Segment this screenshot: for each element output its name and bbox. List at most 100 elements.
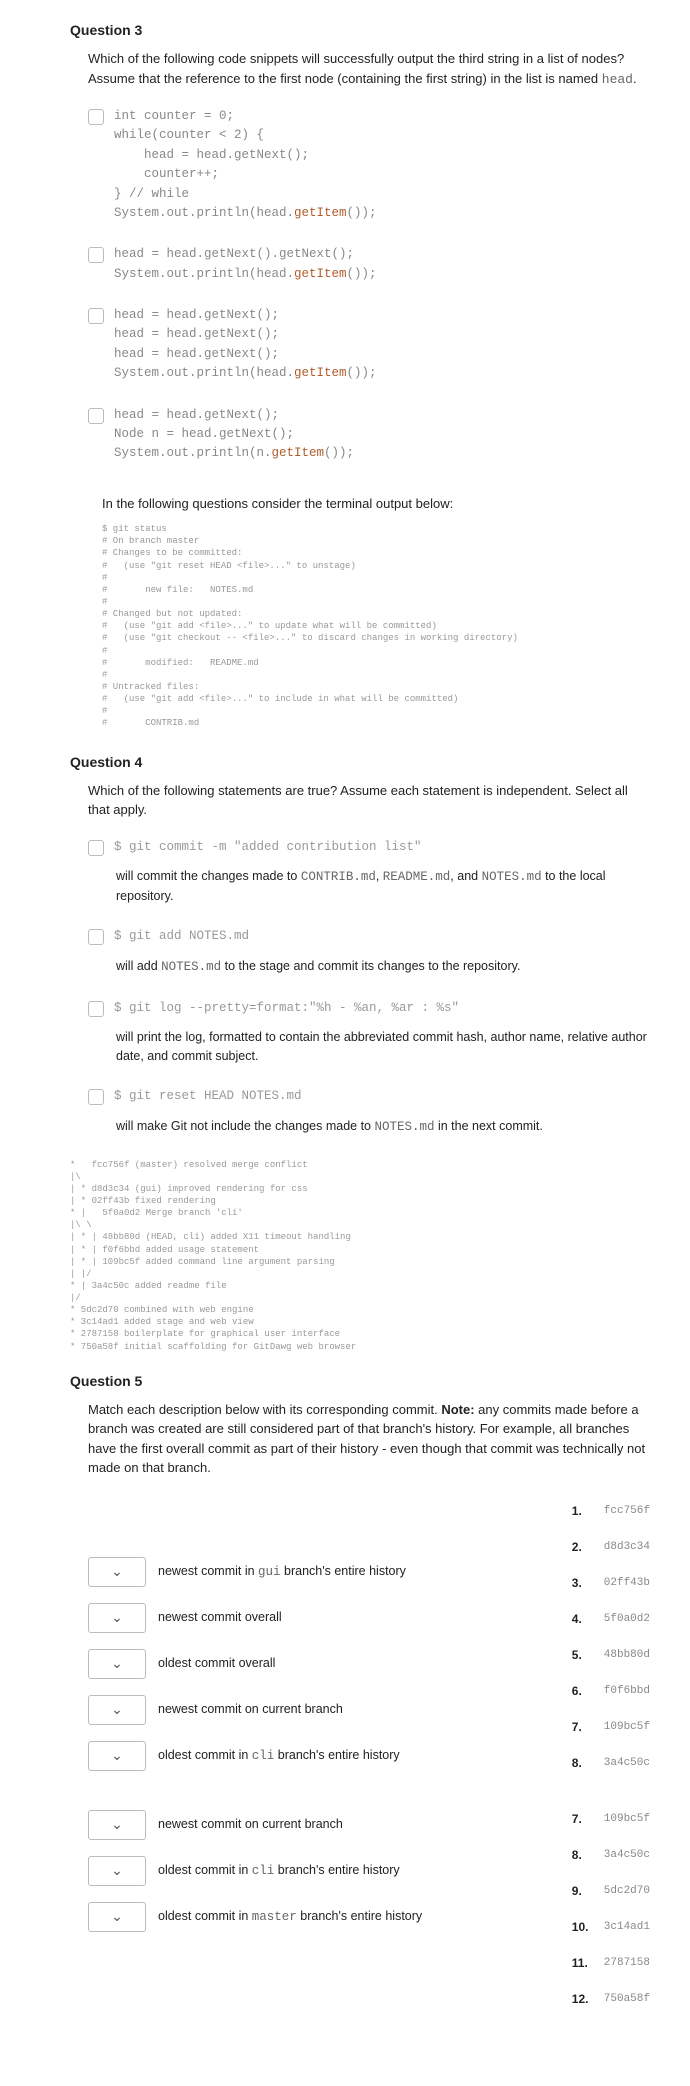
commit-hash: 02ff43b <box>604 1575 650 1592</box>
explanation: will add NOTES.md to the stage and commi… <box>116 957 650 977</box>
commit-number: 6. <box>572 1682 590 1700</box>
checkbox[interactable] <box>88 109 104 125</box>
commit-row: 7.109bc5f <box>572 1810 650 1828</box>
commit-number: 8. <box>572 1754 590 1772</box>
q3-option: head = head.getNext(); Node n = head.get… <box>88 406 650 464</box>
match-row: oldest commit in master branch's entire … <box>88 1902 542 1932</box>
commit-hash: 2787158 <box>604 1955 650 1972</box>
q3-stem-b: . <box>633 71 637 86</box>
checkbox[interactable] <box>88 929 104 945</box>
commit-number: 7. <box>572 1810 590 1828</box>
match-label: oldest commit in master branch's entire … <box>158 1907 422 1927</box>
commit-hash: 5f0a0d2 <box>604 1611 650 1628</box>
commit-hash: d8d3c34 <box>604 1539 650 1556</box>
q3-stem: Which of the following code snippets wil… <box>88 49 650 89</box>
commit-row: 5. 48bb80d <box>572 1646 650 1664</box>
commit-row: 3. 02ff43b <box>572 1574 650 1592</box>
explanation: will print the log, formatted to contain… <box>116 1028 650 1066</box>
terminal-prompt: In the following questions consider the … <box>102 494 650 514</box>
commit-hash: 109bc5f <box>604 1719 650 1736</box>
commit-number: 8. <box>572 1846 590 1864</box>
match-label: newest commit in gui branch's entire his… <box>158 1562 406 1582</box>
q4-title: Question 4 <box>70 752 650 773</box>
q5-title: Question 5 <box>70 1371 650 1392</box>
q4-option: $ git commit -m "added contribution list… <box>88 838 650 906</box>
q3-stem-code: head <box>602 72 633 87</box>
checkbox[interactable] <box>88 408 104 424</box>
commit-hash: 3a4c50c <box>604 1847 650 1864</box>
commit-row: 9.5dc2d70 <box>572 1882 650 1900</box>
terminal-output: $ git status # On branch master # Change… <box>102 523 650 729</box>
q4-option: $ git log --pretty=format:"%h - %an, %ar… <box>88 999 650 1066</box>
commit-number: 11. <box>572 1954 590 1972</box>
match-select[interactable] <box>88 1856 146 1886</box>
command: $ git log --pretty=format:"%h - %an, %ar… <box>114 999 459 1018</box>
commit-row: 12. 750a58f <box>572 1990 650 2008</box>
commit-row: 8. 3a4c50c <box>572 1846 650 1864</box>
commit-hash: 750a58f <box>604 1991 650 2008</box>
commit-number: 12. <box>572 1990 590 2008</box>
match-select[interactable] <box>88 1810 146 1840</box>
commit-hash: f0f6bbd <box>604 1683 650 1700</box>
q3-stem-a: Which of the following code snippets wil… <box>88 51 624 86</box>
q5-match-b: newest commit on current branch oldest co… <box>88 1810 650 2026</box>
explanation: will commit the changes made to CONTRIB.… <box>116 867 650 906</box>
match-label: newest commit overall <box>158 1608 282 1627</box>
code-snippet: head = head.getNext(); head = head.getNe… <box>114 306 377 384</box>
commit-number: 7. <box>572 1718 590 1736</box>
q3-option: head = head.getNext().getNext(); System.… <box>88 245 650 284</box>
q3-title: Question 3 <box>70 20 650 41</box>
commit-number: 4. <box>572 1610 590 1628</box>
checkbox[interactable] <box>88 1089 104 1105</box>
match-row: newest commit in gui branch's entire his… <box>88 1557 542 1587</box>
commit-hash: 5dc2d70 <box>604 1883 650 1900</box>
commit-number: 3. <box>572 1574 590 1592</box>
match-row: oldest commit in cli branch's entire his… <box>88 1856 542 1886</box>
q5-stem-bold: Note: <box>441 1402 474 1417</box>
match-select[interactable] <box>88 1695 146 1725</box>
commit-number: 2. <box>572 1538 590 1556</box>
commit-row: 11. 2787158 <box>572 1954 650 1972</box>
q3-option: head = head.getNext(); head = head.getNe… <box>88 306 650 384</box>
match-row: oldest commit in cli branch's entire his… <box>88 1741 542 1771</box>
commit-number: 10. <box>572 1918 590 1936</box>
match-row: newest commit on current branch <box>88 1810 542 1840</box>
commit-row: 6. f0f6bbd <box>572 1682 650 1700</box>
git-graph: * fcc756f (master) resolved merge confli… <box>70 1159 650 1353</box>
commit-hash: 3a4c50c <box>604 1755 650 1772</box>
code-snippet: int counter = 0; while(counter < 2) { he… <box>114 107 377 223</box>
match-label: newest commit on current branch <box>158 1815 343 1834</box>
match-select[interactable] <box>88 1603 146 1633</box>
match-select[interactable] <box>88 1902 146 1932</box>
commit-hash: 48bb80d <box>604 1647 650 1664</box>
commit-hash: fcc756f <box>604 1503 650 1520</box>
match-label: oldest commit overall <box>158 1654 275 1673</box>
code-snippet: head = head.getNext(); Node n = head.get… <box>114 406 354 464</box>
command: $ git commit -m "added contribution list… <box>114 838 422 857</box>
command: $ git reset HEAD NOTES.md <box>114 1087 302 1106</box>
match-label: oldest commit in cli branch's entire his… <box>158 1746 400 1766</box>
match-select[interactable] <box>88 1649 146 1679</box>
match-label: oldest commit in cli branch's entire his… <box>158 1861 400 1881</box>
checkbox[interactable] <box>88 840 104 856</box>
q3-option: int counter = 0; while(counter < 2) { he… <box>88 107 650 223</box>
match-label: newest commit on current branch <box>158 1700 343 1719</box>
checkbox[interactable] <box>88 1001 104 1017</box>
match-select[interactable] <box>88 1557 146 1587</box>
commit-row: 4. 5f0a0d2 <box>572 1610 650 1628</box>
q4-stem: Which of the following statements are tr… <box>88 781 650 820</box>
commit-row: 7. 109bc5f <box>572 1718 650 1736</box>
checkbox[interactable] <box>88 247 104 263</box>
match-row: oldest commit overall <box>88 1649 542 1679</box>
commit-number: 1. <box>572 1502 590 1520</box>
checkbox[interactable] <box>88 308 104 324</box>
commit-number: 5. <box>572 1646 590 1664</box>
command: $ git add NOTES.md <box>114 927 249 946</box>
q4-option: $ git add NOTES.md will add NOTES.md to t… <box>88 927 650 976</box>
commit-row: 1. fcc756f <box>572 1502 650 1520</box>
code-snippet: head = head.getNext().getNext(); System.… <box>114 245 377 284</box>
match-select[interactable] <box>88 1741 146 1771</box>
q5-stem-a: Match each description below with its co… <box>88 1402 441 1417</box>
commit-hash: 3c14ad1 <box>604 1919 650 1936</box>
match-row: newest commit on current branch <box>88 1695 542 1725</box>
